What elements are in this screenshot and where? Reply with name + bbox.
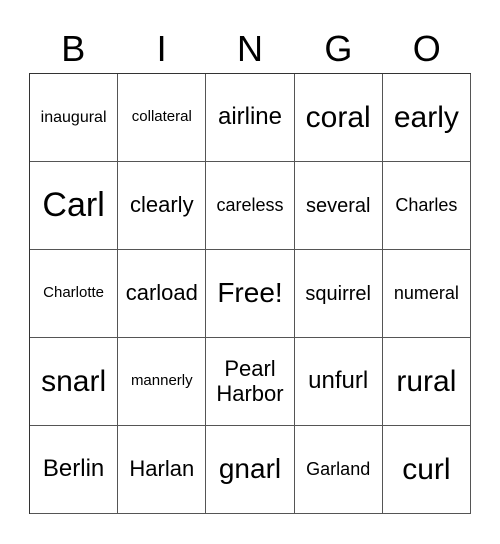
bingo-cell[interactable]: Garland bbox=[294, 426, 383, 514]
bingo-cell[interactable]: gnarl bbox=[206, 426, 295, 514]
bingo-cell[interactable]: Pearl Harbor bbox=[206, 338, 295, 426]
free-space[interactable]: Free! bbox=[206, 250, 295, 338]
cell-word: carload bbox=[125, 280, 198, 306]
cell-word: gnarl bbox=[218, 453, 282, 485]
cell-word: collateral bbox=[131, 108, 192, 126]
bingo-cell[interactable]: Charlotte bbox=[30, 250, 119, 338]
bingo-cell[interactable]: inaugural bbox=[30, 74, 119, 162]
cell-word: Garland bbox=[306, 458, 371, 479]
bingo-cell[interactable]: unfurl bbox=[294, 338, 383, 426]
bingo-cell[interactable]: coral bbox=[294, 74, 383, 162]
bingo-cell[interactable]: squirrel bbox=[294, 250, 383, 338]
cell-word: squirrel bbox=[305, 282, 371, 305]
bingo-grid: inaugural collateral airline coral early… bbox=[29, 73, 471, 514]
bingo-cell[interactable]: Harlan bbox=[118, 426, 207, 514]
cell-word: Berlin bbox=[42, 455, 105, 483]
cell-word: careless bbox=[216, 194, 284, 215]
bingo-cell[interactable]: early bbox=[382, 74, 471, 162]
bingo-cell[interactable]: careless bbox=[206, 162, 295, 250]
cell-word: snarl bbox=[41, 365, 107, 398]
cell-word: Harlan bbox=[129, 456, 195, 482]
cell-word: airline bbox=[217, 103, 282, 131]
cell-word: several bbox=[305, 194, 371, 217]
cell-word: inaugural bbox=[40, 108, 107, 126]
cell-word: coral bbox=[305, 101, 371, 134]
bingo-cell[interactable]: numeral bbox=[382, 250, 471, 338]
cell-word: curl bbox=[402, 453, 451, 486]
bingo-cell[interactable]: airline bbox=[206, 74, 295, 162]
bingo-cell[interactable]: several bbox=[294, 162, 383, 250]
bingo-cell[interactable]: Berlin bbox=[30, 426, 119, 514]
bingo-cell[interactable]: Charles bbox=[382, 162, 471, 250]
bingo-header: B I N G O bbox=[29, 26, 471, 72]
cell-word: early bbox=[393, 101, 459, 134]
header-letter-i: I bbox=[156, 28, 167, 69]
bingo-cell[interactable]: clearly bbox=[118, 162, 207, 250]
cell-word: unfurl bbox=[308, 367, 369, 395]
bingo-cell[interactable]: mannerly bbox=[118, 338, 207, 426]
header-letter-n: N bbox=[236, 28, 263, 69]
cell-word: mannerly bbox=[130, 372, 193, 390]
cell-word: clearly bbox=[130, 192, 194, 218]
bingo-cell[interactable]: collateral bbox=[118, 74, 207, 162]
cell-word: Free! bbox=[217, 277, 283, 309]
header-letter-g: G bbox=[324, 28, 353, 69]
bingo-cell[interactable]: carload bbox=[118, 250, 207, 338]
cell-word: Charlotte bbox=[43, 284, 105, 302]
header-letter-b: B bbox=[61, 28, 86, 69]
cell-word: numeral bbox=[393, 282, 459, 303]
cell-word: Pearl Harbor bbox=[216, 356, 284, 406]
cell-word: rural bbox=[396, 365, 457, 398]
bingo-cell[interactable]: rural bbox=[382, 338, 471, 426]
bingo-cell[interactable]: Carl bbox=[30, 162, 119, 250]
bingo-cell[interactable]: curl bbox=[382, 426, 471, 514]
header-letter-o: O bbox=[412, 28, 441, 69]
bingo-cell[interactable]: snarl bbox=[30, 338, 119, 426]
cell-word: Carl bbox=[42, 185, 105, 224]
cell-word: Charles bbox=[395, 194, 458, 215]
